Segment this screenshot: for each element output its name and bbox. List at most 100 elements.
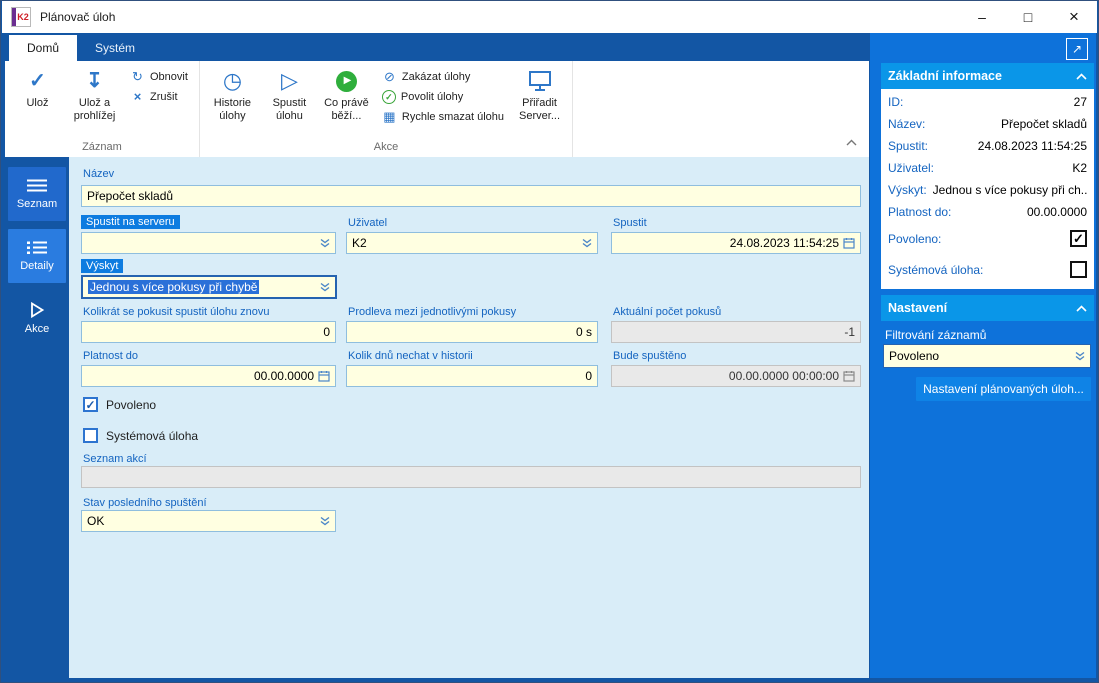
play-circle-icon: ▶ (335, 70, 357, 92)
run-task-button-label: Spustit úlohu (272, 97, 307, 122)
dropdown-arrow-icon[interactable] (1075, 351, 1085, 361)
calendar-icon[interactable] (318, 370, 330, 382)
group-label-zaznam: Záznam (82, 141, 122, 153)
tab-domu[interactable]: Domů (9, 35, 78, 61)
expand-icon: ↗ (1071, 42, 1083, 56)
info-row-id: ID: 27 (888, 95, 1087, 109)
play-outline-icon: ▷ (280, 68, 298, 93)
save-icon: ✓ (29, 70, 46, 92)
stav-posledniho-spusteni-dropdown[interactable]: OK (81, 510, 336, 532)
planned-tasks-settings-button[interactable]: Nastavení plánovaných úloh... (916, 377, 1091, 401)
run-task-button[interactable]: ▷ Spustit úlohu (261, 64, 318, 140)
enable-tasks-button[interactable]: ✓ Povolit úlohy (377, 88, 509, 106)
ribbon: ✓ Ulož ↧ Ulož a prohlížej ↻ Obnovit × Zr… (5, 61, 869, 157)
basic-info-box: ID: 27 Název: Přepočet skladů Spustit: 24.0… (881, 89, 1094, 289)
calendar-icon[interactable] (843, 237, 855, 249)
sidebar-item-label: Akce (24, 322, 50, 335)
list-icon (27, 179, 47, 192)
vyskyt-dropdown[interactable]: Jednou s více pokusy při chybě (81, 275, 337, 299)
spustit-na-serveru-label: Spustit na serveru (81, 215, 180, 229)
disable-tasks-button[interactable]: ⊘ Zakázat úlohy (377, 68, 509, 86)
enable-tasks-button-label: Povolit úlohy (400, 91, 464, 103)
checkbox-unchecked-icon[interactable] (1070, 261, 1087, 278)
prodleva-field[interactable]: 0 s (346, 321, 598, 343)
ribbon-collapse-chevron[interactable] (846, 133, 857, 151)
assign-server-button[interactable]: Přiřadit Server... (511, 64, 568, 140)
prodleva-label: Prodleva mezi jednotlivými pokusy (348, 306, 517, 318)
task-history-button-label: Historie úlohy (213, 97, 252, 122)
k2-logo-text: K2 (17, 12, 29, 22)
maximize-button[interactable]: □ (1005, 1, 1051, 33)
currently-running-button[interactable]: ▶ Co právě běží... (318, 64, 375, 140)
task-history-button[interactable]: ◷ Historie úlohy (204, 64, 261, 140)
checkbox-unchecked-icon (83, 428, 98, 443)
pokusy-znovu-field[interactable]: 0 (81, 321, 336, 343)
tab-system[interactable]: Systém (77, 35, 153, 61)
play-outline-icon (31, 301, 45, 318)
nazev-field[interactable]: Přepočet skladů (81, 185, 861, 207)
dropdown-arrow-icon[interactable] (320, 282, 330, 292)
platnost-do-field[interactable]: 00.00.0000 (81, 365, 336, 387)
expand-panel-button[interactable]: ↗ (1066, 38, 1088, 60)
systemova-uloha-checkbox-label: Systémová úloha (106, 428, 199, 443)
checkbox-checked-icon[interactable]: ✓ (1070, 230, 1087, 247)
section-header-zakladni-informace[interactable]: Základní informace (881, 63, 1094, 89)
kolik-dnu-field[interactable]: 0 (346, 365, 598, 387)
info-row-povoleno: Povoleno: ✓ (881, 223, 1094, 254)
spustit-na-serveru-dropdown[interactable] (81, 232, 336, 254)
details-list-icon (27, 241, 47, 254)
sidebar-item-akce[interactable]: Akce (8, 291, 66, 345)
dropdown-arrow-icon[interactable] (582, 238, 592, 248)
ribbon-tabstrip: Domů Systém (5, 33, 869, 61)
check-circle-icon: ✓ (381, 90, 396, 104)
spustit-date-field[interactable]: 24.08.2023 11:54:25 (611, 232, 861, 254)
chevron-up-icon[interactable] (1076, 304, 1087, 312)
aktualni-pokusy-field: -1 (611, 321, 861, 343)
minimize-button[interactable]: – (959, 1, 1005, 33)
sidebar-item-label: Seznam (16, 198, 58, 210)
save-button-label: Ulož (26, 97, 49, 109)
info-row-platnost-do: Platnost do: 00.00.0000 (888, 205, 1087, 219)
sidebar-item-seznam[interactable]: Seznam (8, 167, 66, 221)
info-row-vyskyt: Výskyt: Jednou s více pokusy při ch... (888, 183, 1087, 197)
quick-delete-task-button[interactable]: ▦ Rychle smazat úlohu (377, 108, 509, 126)
app-window: K2 Plánovač úloh – □ × Domů Systém ✓ Ulo… (0, 0, 1099, 683)
uzivatel-dropdown[interactable]: K2 (346, 232, 598, 254)
info-side-panel: ↗ Základní informace ID: 27 Název: Přepoče… (870, 33, 1096, 678)
sidebar-item-detaily[interactable]: Detaily (8, 229, 66, 283)
aktualni-pokusy-label: Aktuální počet pokusů (613, 306, 722, 318)
kolik-dnu-label: Kolik dnů nechat v historii (348, 350, 473, 362)
slash-circle-icon: ⊘ (383, 69, 395, 84)
ribbon-group-akce: ◷ Historie úlohy ▷ Spustit úlohu ▶ Co pr… (200, 61, 574, 157)
platnost-do-label: Platnost do (83, 350, 139, 362)
section-header-nastaveni[interactable]: Nastavení (881, 295, 1094, 321)
povoleno-checkbox[interactable]: ✓ Povoleno (83, 397, 156, 412)
bude-spusteno-label: Bude spuštěno (613, 350, 687, 362)
refresh-icon: ↻ (132, 69, 143, 84)
info-row-uzivatel: Uživatel: K2 (888, 161, 1087, 175)
chevron-up-icon[interactable] (1076, 72, 1087, 80)
task-detail-form: Název Přepočet skladů Spustit na serveru… (69, 157, 869, 678)
group-label-akce: Akce (373, 141, 399, 153)
window-title: Plánovač úloh (40, 10, 116, 24)
stav-posledniho-spusteni-label: Stav posledního spuštění (83, 497, 207, 509)
save-button[interactable]: ✓ Ulož (9, 64, 66, 140)
cancel-button-label: Zrušit (150, 91, 178, 103)
refresh-button[interactable]: ↻ Obnovit (125, 68, 193, 86)
dropdown-arrow-icon[interactable] (320, 516, 330, 526)
selected-text: Jednou s více pokusy při chybě (88, 280, 260, 294)
systemova-uloha-checkbox[interactable]: Systémová úloha (83, 428, 198, 443)
refresh-button-label: Obnovit (150, 71, 188, 83)
currently-running-button-label: Co právě běží... (324, 97, 369, 122)
assign-server-button-label: Přiřadit Server... (519, 97, 561, 122)
save-and-browse-button[interactable]: ↧ Ulož a prohlížej (66, 64, 123, 140)
save-and-browse-button-label: Ulož a prohlížej (73, 97, 116, 122)
close-button[interactable]: × (1051, 1, 1097, 33)
cancel-button[interactable]: × Zrušit (125, 88, 193, 106)
dropdown-arrow-icon[interactable] (320, 238, 330, 248)
spustit-label: Spustit (613, 217, 647, 229)
filter-records-label: Filtrování záznamů (885, 328, 987, 342)
checkbox-checked-icon: ✓ (83, 397, 98, 412)
grid-icon: ▦ (383, 109, 396, 124)
filter-records-dropdown[interactable]: Povoleno (883, 344, 1091, 368)
